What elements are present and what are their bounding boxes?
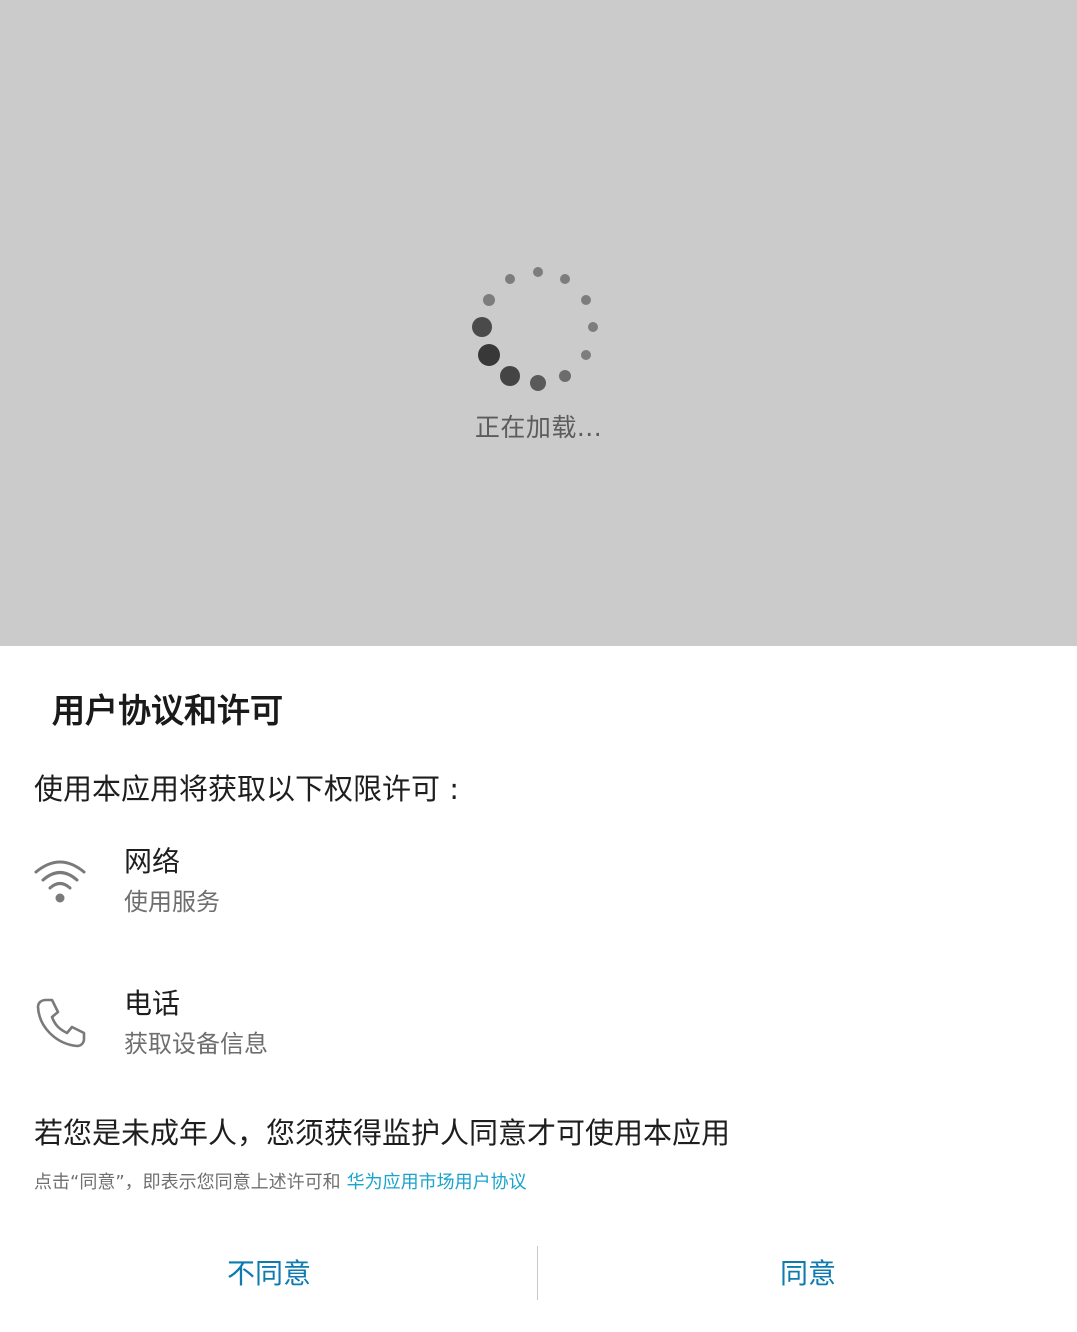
phone-icon <box>36 998 86 1048</box>
disagree-button[interactable]: 不同意 <box>0 1244 538 1304</box>
agree-button[interactable]: 同意 <box>539 1244 1077 1304</box>
permission-desc: 获取设备信息 <box>124 1030 268 1058</box>
button-divider <box>537 1246 538 1300</box>
loading-spinner-icon <box>472 267 598 391</box>
permission-dialog: 用户协议和许可 使用本应用将获取以下权限许可 : 网络 使用服务 电话 获取设备… <box>0 646 1077 1332</box>
permission-name: 网络 <box>124 845 181 878</box>
loading-area: 正在加载... <box>0 0 1077 646</box>
dialog-title: 用户协议和许可 <box>52 691 283 730</box>
permission-intro: 使用本应用将获取以下权限许可 : <box>34 772 459 806</box>
agree-note: 点击“同意”，即表示您同意上述许可和 华为应用市场用户协议 <box>34 1168 527 1194</box>
permission-item-network: 网络 使用服务 <box>0 840 1077 930</box>
agree-note-text: 点击“同意”，即表示您同意上述许可和 <box>34 1172 341 1193</box>
permission-desc: 使用服务 <box>124 888 220 916</box>
loading-text: 正在加载... <box>474 413 603 442</box>
wifi-icon <box>34 860 86 903</box>
permission-item-phone: 电话 获取设备信息 <box>0 982 1077 1072</box>
agreement-link[interactable]: 华为应用市场用户协议 <box>347 1172 527 1193</box>
permission-name: 电话 <box>124 987 181 1020</box>
minor-notice: 若您是未成年人，您须获得监护人同意才可使用本应用 <box>34 1116 731 1150</box>
